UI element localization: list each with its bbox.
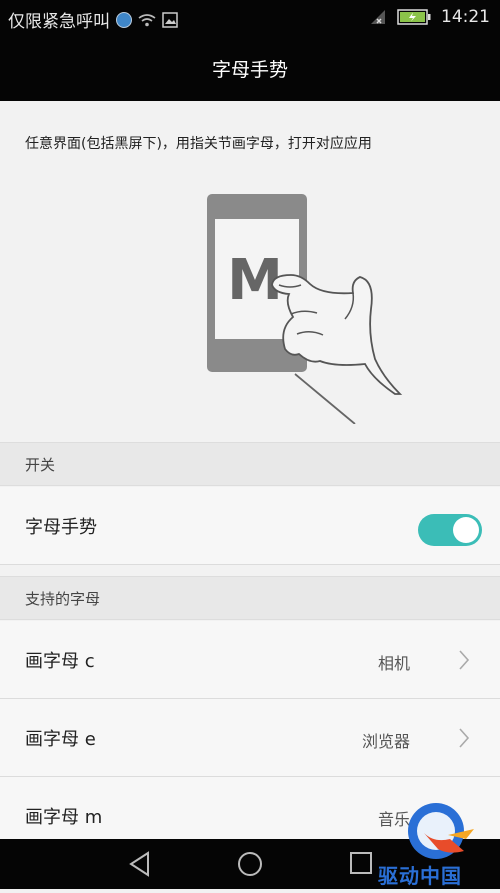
section-header-switch: 开关 — [0, 442, 500, 486]
status-left: 仅限紧急呼叫 — [8, 7, 178, 32]
toggle-knob — [453, 517, 479, 543]
intro-text: 任意界面(包括黑屏下)，用指关节画字母，打开对应应用 — [25, 136, 372, 152]
letter-row-c[interactable]: 画字母 c 相机 — [0, 621, 500, 699]
letter-row-value: 浏览器 — [361, 732, 410, 751]
letter-row-label: 画字母 m — [25, 807, 103, 828]
notification-dot-icon — [116, 11, 132, 28]
wifi-icon — [138, 13, 156, 27]
letter-row-label: 画字母 e — [25, 729, 96, 750]
chevron-right-icon — [458, 649, 470, 675]
back-button[interactable] — [128, 851, 152, 881]
status-time: 14:21 — [441, 7, 490, 27]
recents-button[interactable] — [349, 851, 373, 879]
watermark-logo: 驱动中国 — [378, 795, 498, 889]
letter-row-label: 画字母 c — [25, 651, 95, 672]
carrier-text: 仅限紧急呼叫 — [8, 12, 110, 32]
status-right: 14:21 — [367, 7, 490, 27]
signal-icon — [367, 8, 387, 26]
letter-gesture-toggle[interactable] — [418, 514, 482, 546]
watermark-text: 驱动中国 — [378, 864, 462, 888]
section-header-supported-letters: 支持的字母 — [0, 576, 500, 620]
gesture-illustration: M — [195, 189, 410, 428]
letter-row-value: 相机 — [377, 654, 410, 673]
battery-icon — [397, 8, 431, 26]
title-bar: 字母手势 — [0, 36, 500, 101]
toggle-row-label: 字母手势 — [25, 517, 97, 538]
image-icon — [162, 11, 178, 28]
chevron-right-icon — [458, 727, 470, 753]
home-button[interactable] — [237, 851, 263, 881]
status-bar: 仅限紧急呼叫 14:21 — [0, 0, 500, 36]
page-title: 字母手势 — [211, 59, 288, 81]
letter-row-e[interactable]: 画字母 e 浏览器 — [0, 699, 500, 777]
settings-content[interactable]: 任意界面(包括黑屏下)，用指关节画字母，打开对应应用 M 开关 字母手势 支持的… — [0, 101, 500, 839]
toggle-row-letter-gesture[interactable]: 字母手势 — [0, 487, 500, 565]
